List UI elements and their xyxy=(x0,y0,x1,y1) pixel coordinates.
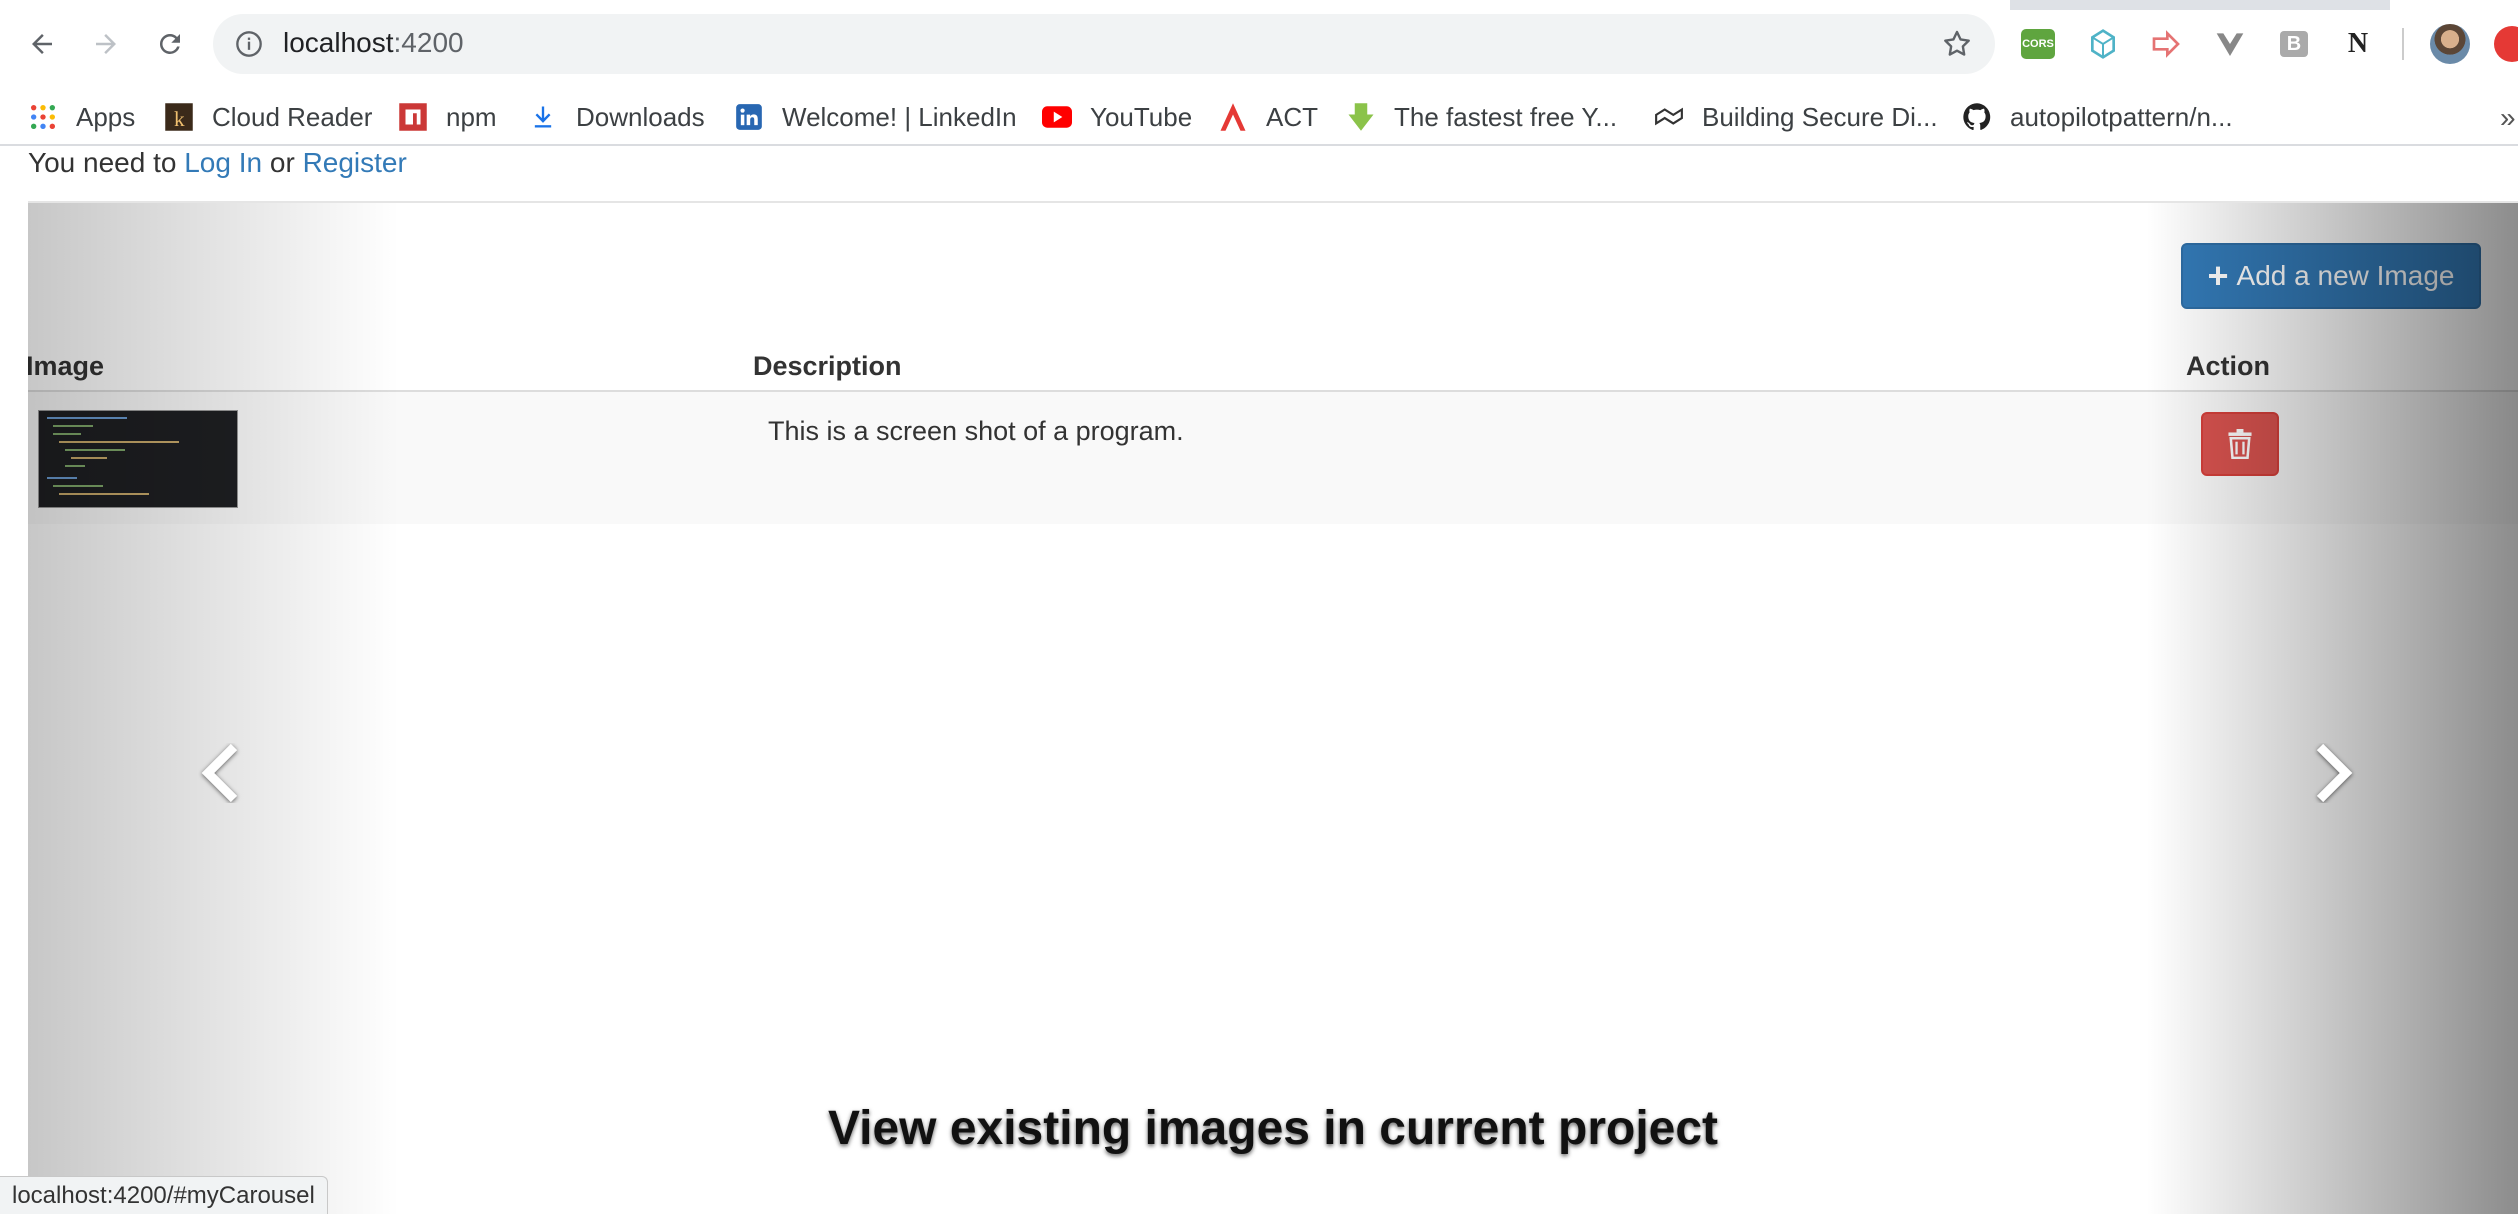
toolbar-separator xyxy=(2402,28,2404,60)
inactive-tab[interactable] xyxy=(2390,0,2518,10)
back-arrow-icon xyxy=(32,34,52,54)
more-bookmarks-chevron-icon[interactable]: » xyxy=(2500,102,2516,134)
bookmark-label: The fastest free Y... xyxy=(1394,101,1618,132)
gem-extension-icon[interactable] xyxy=(2085,26,2121,62)
bookmark-youtube[interactable]: YouTube xyxy=(1042,88,1192,146)
add-image-button[interactable]: + Add a new Image xyxy=(2181,243,2481,309)
bookmark-act[interactable]: ACT xyxy=(1218,88,1318,146)
bookmark-fastest-free[interactable]: The fastest free Y... xyxy=(1346,88,1617,146)
status-bar-url: localhost:4200/#myCarousel xyxy=(0,1176,328,1214)
bookmark-npm[interactable]: npm xyxy=(398,88,497,146)
n-extension-icon[interactable]: N xyxy=(2340,26,2376,62)
column-header-image: Image xyxy=(28,351,105,381)
bookmark-apps[interactable]: Apps xyxy=(28,88,135,146)
carousel-next-button[interactable] xyxy=(2304,733,2364,813)
url-text: localhost:4200 xyxy=(283,27,464,58)
page-content: You need to Log In or Register + Add a n… xyxy=(0,148,2518,1214)
column-header-description: Description xyxy=(753,351,902,381)
forward-button[interactable] xyxy=(84,22,128,66)
reload-icon xyxy=(159,33,180,54)
chevron-left-icon xyxy=(201,743,238,803)
bookmark-label: YouTube xyxy=(1090,101,1193,132)
bookmark-label: npm xyxy=(446,101,497,132)
bookmark-label: Apps xyxy=(76,101,136,132)
login-link[interactable]: Log In xyxy=(184,147,262,178)
bookmark-autopilotpattern[interactable]: autopilotpattern/n... xyxy=(1962,88,2233,146)
bookmark-label: Downloads xyxy=(576,101,705,132)
red-extension-icon[interactable] xyxy=(2494,26,2518,62)
bookmark-building-secure[interactable]: Building Secure Di... xyxy=(1654,88,1938,146)
auth-message: You need to Log In or Register xyxy=(28,148,407,178)
add-image-label: Add a new Image xyxy=(2236,260,2455,291)
carousel-caption: View existing images in current project xyxy=(827,1102,1719,1155)
back-button[interactable] xyxy=(20,22,64,66)
download-arrow-icon xyxy=(1346,102,1376,132)
tab-strip xyxy=(0,0,2518,10)
bookmark-label: Welcome! | LinkedIn xyxy=(782,101,1017,132)
image-carousel: + Add a new Image Image Description Acti… xyxy=(28,203,2518,1214)
address-bar[interactable]: localhost:4200 xyxy=(213,14,1995,74)
github-icon xyxy=(1962,102,1992,132)
bookmark-label: ACT xyxy=(1266,101,1318,132)
plus-icon: + xyxy=(2207,255,2229,296)
bookmark-linkedin[interactable]: Welcome! | LinkedIn xyxy=(734,88,1017,146)
image-description: This is a screen shot of a program. xyxy=(768,416,1184,446)
profile-avatar[interactable] xyxy=(2430,24,2470,64)
active-tab[interactable] xyxy=(0,0,2010,10)
act-icon xyxy=(1218,102,1248,132)
table-row: This is a screen shot of a program. xyxy=(28,392,2518,524)
bookmark-cloud-reader[interactable]: k Cloud Reader xyxy=(164,88,372,146)
bookmarks-bar: Apps k Cloud Reader npm Downloads Welcom… xyxy=(0,88,2518,146)
svg-text:k: k xyxy=(174,107,185,131)
chevron-right-icon xyxy=(2316,743,2353,803)
info-icon[interactable] xyxy=(235,30,263,58)
bookmark-label: autopilotpattern/n... xyxy=(2010,101,2233,132)
bookmark-label: Cloud Reader xyxy=(212,101,373,132)
trash-icon xyxy=(2228,429,2252,459)
reload-button[interactable] xyxy=(148,22,192,66)
auth-prefix-text: You need to xyxy=(28,147,177,178)
npm-icon xyxy=(398,102,428,132)
register-link[interactable]: Register xyxy=(303,147,407,178)
bookmark-site-icon xyxy=(1654,102,1684,132)
download-icon xyxy=(528,102,558,132)
column-header-action: Action xyxy=(2186,351,2270,381)
bookmark-star-icon[interactable] xyxy=(1941,28,1973,60)
vue-extension-icon[interactable] xyxy=(2212,26,2248,62)
bookmark-downloads[interactable]: Downloads xyxy=(528,88,705,146)
youtube-icon xyxy=(1042,102,1072,132)
cors-extension-icon[interactable]: CORS xyxy=(2020,26,2056,62)
linkedin-icon xyxy=(734,102,764,132)
kindle-icon: k xyxy=(164,102,194,132)
auth-or-text: or xyxy=(269,147,295,178)
delete-button[interactable] xyxy=(2201,412,2279,476)
b-extension-icon[interactable]: B xyxy=(2276,26,2312,62)
carousel-prev-button[interactable] xyxy=(190,733,250,813)
forward-arrow-icon xyxy=(96,34,116,54)
bookmark-label: Building Secure Di... xyxy=(1702,101,1938,132)
browser-toolbar: localhost:4200 CORS B N xyxy=(0,0,2518,88)
apps-grid-icon xyxy=(28,102,58,132)
arrow-extension-icon[interactable] xyxy=(2148,26,2184,62)
image-thumbnail[interactable] xyxy=(38,410,238,508)
